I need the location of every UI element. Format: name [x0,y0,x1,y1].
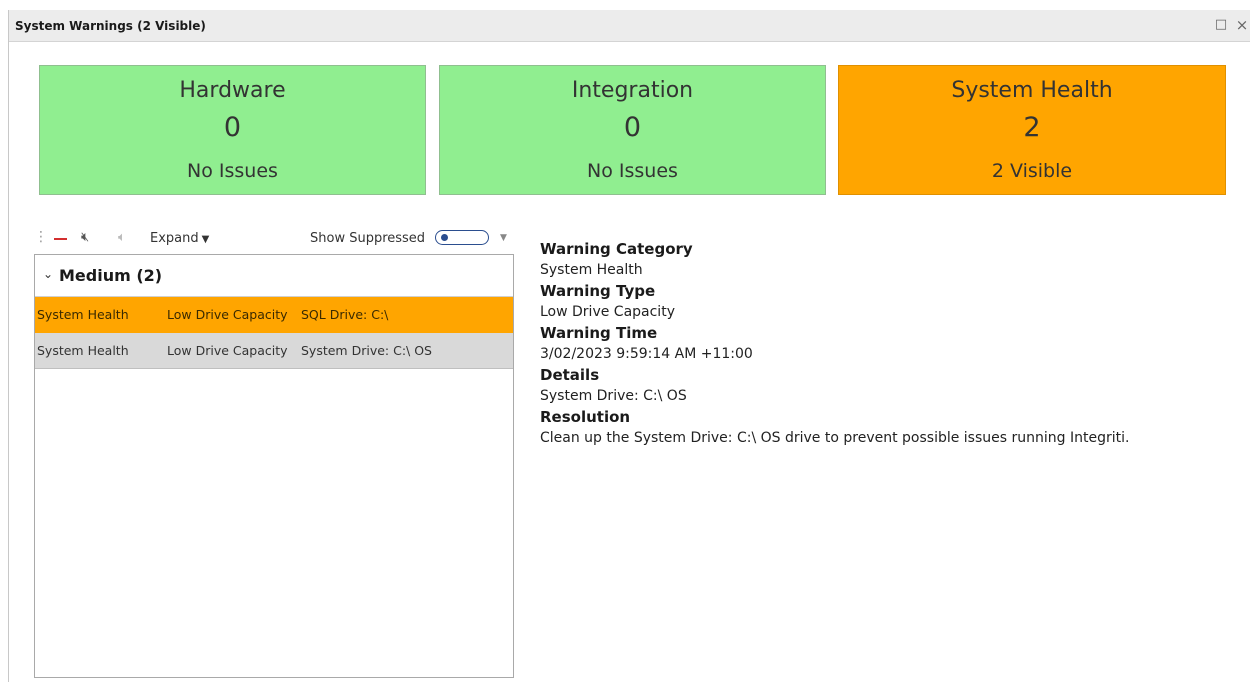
cell-category: System Health [37,307,129,322]
card-count: 0 [223,112,242,143]
expand-label: Expand [150,231,199,246]
window-title: System Warnings (2 Visible) [15,19,206,33]
cell-category: System Health [37,343,129,358]
group-row-medium[interactable]: ⌄ Medium (2) [35,255,513,297]
details-label: Details [540,366,600,384]
resolution-value: Clean up the System Drive: C:\ OS drive … [540,430,1130,446]
outer-margin [0,0,1250,10]
integration-summary-card[interactable]: Integration 0 No Issues [439,65,826,195]
remove-icon[interactable] [54,238,67,240]
show-suppressed-toggle[interactable] [435,230,489,245]
mute-icon[interactable]: 🔇︎ [81,230,89,245]
group-label: Medium (2) [59,266,163,285]
warning-type-value: Low Drive Capacity [540,304,675,320]
card-status: No Issues [187,160,278,182]
grip-icon[interactable]: ⋮ [34,229,48,245]
close-icon[interactable]: × [1233,16,1250,34]
window-left-border [8,10,9,682]
hardware-summary-card[interactable]: Hardware 0 No Issues [39,65,426,195]
warning-type-label: Warning Type [540,282,656,300]
table-row[interactable]: System Health Low Drive Capacity System … [35,333,513,369]
warning-category-value: System Health [540,262,643,278]
card-status: 2 Visible [991,160,1073,182]
cell-type: Low Drive Capacity [167,307,288,322]
card-status: No Issues [587,160,678,182]
table-row[interactable]: System Health Low Drive Capacity SQL Dri… [35,297,513,333]
card-title: Integration [571,78,694,103]
show-suppressed-label: Show Suppressed [310,231,426,246]
chevron-down-icon[interactable]: ▼ [500,233,507,243]
window-titlebar[interactable]: System Warnings (2 Visible) □ × [9,10,1250,42]
expand-button[interactable]: Expand ▼ [150,231,209,246]
resolution-label: Resolution [540,408,631,426]
warnings-grid: ⌄ Medium (2) System Health Low Drive Cap… [34,254,514,678]
warning-details-panel: Warning Category System Health Warning T… [540,238,1240,448]
card-count: 0 [623,112,642,143]
warning-time-value: 3/02/2023 9:59:14 AM +11:00 [540,346,753,362]
unmute-icon[interactable]: 🔈︎ [118,230,126,245]
cell-type: Low Drive Capacity [167,343,288,358]
warning-category-label: Warning Category [540,240,693,258]
cell-details: SQL Drive: C:\ [301,307,389,322]
details-value: System Drive: C:\ OS [540,388,687,404]
maximize-icon[interactable]: □ [1212,16,1230,34]
cell-details: System Drive: C:\ OS [301,343,432,358]
caret-down-icon: ▼ [201,234,210,245]
warnings-toolbar: ⋮ 🔇︎ 🔈︎ Expand ▼ Show Suppressed ▼ [34,229,516,251]
collapse-chevron-icon[interactable]: ⌄ [43,267,53,281]
card-count: 2 [1023,112,1041,143]
system-health-summary-card[interactable]: System Health 2 2 Visible [838,65,1226,195]
warning-time-label: Warning Time [540,324,658,342]
toggle-knob [441,234,448,241]
card-title: System Health [951,78,1113,103]
card-title: Hardware [179,78,286,103]
